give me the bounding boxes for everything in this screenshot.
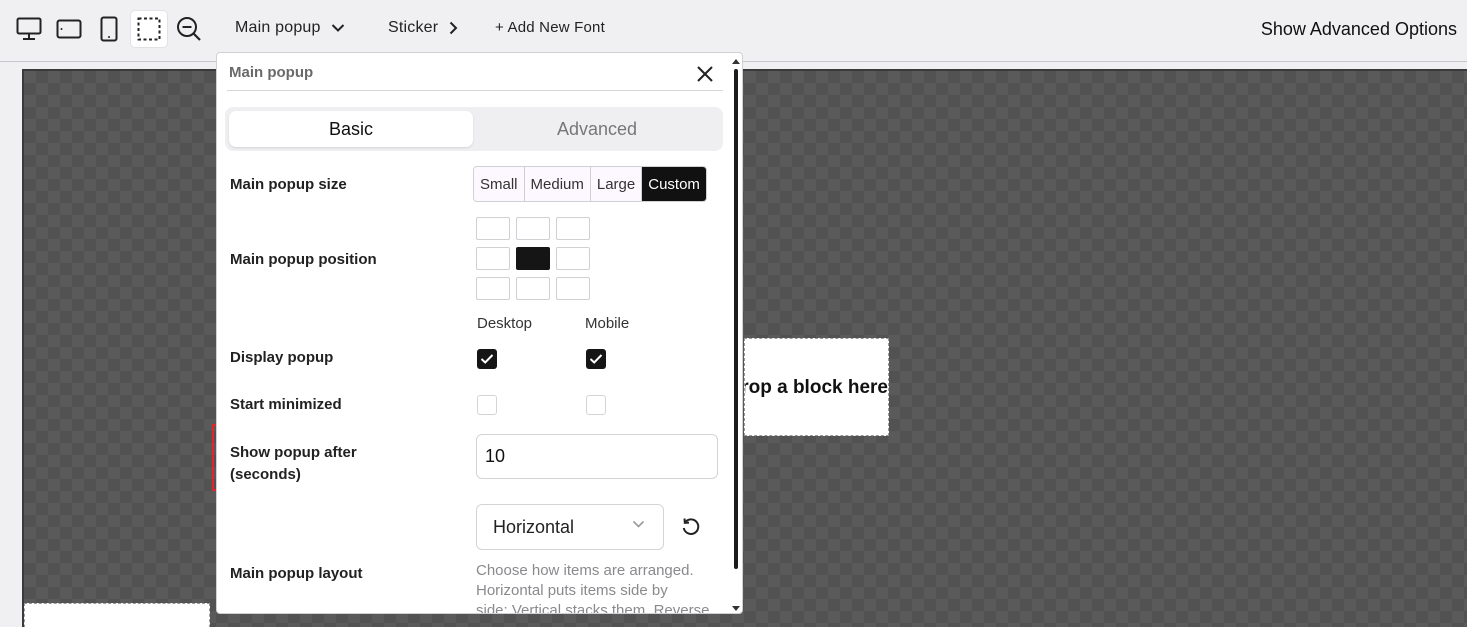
size-medium-button[interactable]: Medium	[524, 167, 591, 201]
tab-advanced[interactable]: Advanced	[475, 111, 719, 147]
help-line-2: Horizontal puts items side by	[476, 582, 668, 599]
position-center[interactable]	[516, 247, 550, 270]
scrollbar-thumb[interactable]	[734, 69, 738, 569]
size-small-button[interactable]: Small	[474, 167, 525, 201]
close-button[interactable]	[693, 62, 717, 86]
panel-title: Main popup	[229, 64, 314, 81]
popup-layout-value: Horizontal	[493, 516, 575, 537]
display-popup-label: Display popup	[230, 349, 334, 366]
size-large-button[interactable]: Large	[590, 167, 643, 201]
start-minimized-desktop-checkbox[interactable]	[477, 395, 497, 415]
popup-layout-help: Choose how items are arranged. Horizonta…	[476, 561, 721, 614]
start-minimized-label: Start minimized	[230, 396, 342, 413]
reset-layout-button[interactable]	[680, 516, 702, 538]
start-minimized-mobile-checkbox[interactable]	[586, 395, 606, 415]
popup-selector[interactable]: Main popup	[235, 19, 345, 37]
drop-zone-text: Drop a block here	[745, 377, 888, 398]
checkmark-icon	[589, 354, 603, 364]
sticker-label: Sticker	[388, 19, 439, 36]
show-popup-after-input[interactable]: 10	[476, 434, 718, 479]
show-popup-after-label-line1: Show popup after	[230, 444, 357, 461]
popup-layout-label: Main popup layout	[230, 565, 363, 582]
scroll-up-arrow[interactable]	[732, 59, 740, 64]
popup-position-label: Main popup position	[230, 251, 377, 268]
add-new-font-button[interactable]: + Add New Font	[495, 19, 605, 36]
sticker-menu[interactable]: Sticker	[388, 19, 458, 37]
position-top-left[interactable]	[476, 217, 510, 240]
tab-basic[interactable]: Basic	[229, 111, 473, 147]
size-custom-button[interactable]: Custom	[642, 167, 706, 201]
reset-icon	[682, 518, 700, 535]
chevron-down-icon	[632, 520, 645, 528]
popup-size-label: Main popup size	[230, 176, 347, 193]
panel-scrollbar[interactable]	[731, 59, 741, 611]
position-top-center[interactable]	[516, 217, 550, 240]
settings-tabs: Basic Advanced	[225, 107, 723, 151]
position-middle-right[interactable]	[556, 247, 590, 270]
tablet-landscape-icon[interactable]	[51, 11, 87, 47]
close-icon	[697, 66, 713, 82]
help-line-1: Choose how items are arranged.	[476, 562, 694, 579]
desktop-icon[interactable]	[11, 11, 47, 47]
popup-size-group: Small Medium Large Custom	[473, 166, 707, 202]
scroll-down-arrow[interactable]	[732, 606, 740, 611]
position-bottom-center[interactable]	[516, 277, 550, 300]
drop-zone[interactable]: Drop a block here	[744, 338, 889, 436]
position-top-right[interactable]	[556, 217, 590, 240]
zoom-out-icon[interactable]	[171, 11, 207, 47]
show-popup-after-label: Show popup after (seconds)	[230, 442, 357, 486]
chevron-right-icon	[450, 21, 458, 35]
checkmark-icon	[480, 354, 494, 364]
mobile-column-header: Mobile	[585, 315, 630, 332]
desktop-column-header: Desktop	[477, 315, 533, 332]
divider	[227, 90, 723, 91]
position-middle-left[interactable]	[476, 247, 510, 270]
selection-icon[interactable]	[131, 11, 167, 47]
popup-settings-panel: Main popup Basic Advanced Main popup siz…	[216, 52, 743, 614]
mobile-icon[interactable]	[91, 11, 127, 47]
popup-selector-label: Main popup	[235, 19, 321, 36]
popup-layout-select[interactable]: Horizontal	[476, 504, 664, 550]
position-grid	[476, 217, 590, 300]
help-line-3: side; Vertical stacks them. Reverse	[476, 602, 710, 614]
display-popup-desktop-checkbox[interactable]	[477, 349, 497, 369]
show-popup-after-label-line2: (seconds)	[230, 466, 301, 483]
position-bottom-left[interactable]	[476, 277, 510, 300]
position-bottom-right[interactable]	[556, 277, 590, 300]
drop-zone-secondary[interactable]	[24, 603, 210, 627]
show-advanced-options-button[interactable]: Show Advanced Options	[1261, 19, 1457, 40]
chevron-down-icon	[331, 24, 344, 32]
display-popup-mobile-checkbox[interactable]	[586, 349, 606, 369]
